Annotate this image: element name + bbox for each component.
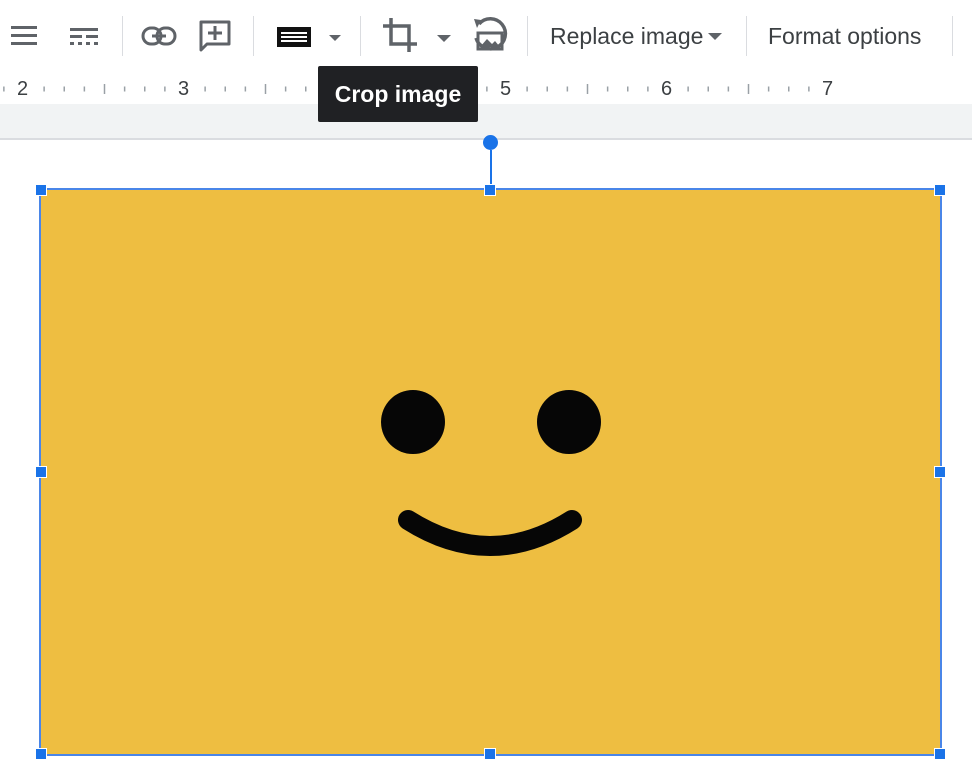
chevron-down-icon xyxy=(707,32,723,41)
resize-handle-bottom-right[interactable] xyxy=(934,748,946,760)
format-options-label: Format options xyxy=(768,22,922,49)
toolbar-separator xyxy=(122,16,123,56)
resize-handle-top-left[interactable] xyxy=(35,184,47,196)
ruler-number: 5 xyxy=(500,78,512,100)
reset-image-icon[interactable] xyxy=(468,14,512,56)
border-color-icon[interactable] xyxy=(272,20,316,54)
toolbar: Replace image Format options xyxy=(0,0,972,74)
crop-image-tooltip: Crop image xyxy=(318,66,478,122)
resize-handle-bottom-left[interactable] xyxy=(35,748,47,760)
chevron-down-icon[interactable] xyxy=(432,28,456,48)
chevron-down-icon[interactable] xyxy=(324,28,346,48)
add-comment-icon[interactable] xyxy=(194,16,236,56)
toolbar-separator xyxy=(360,16,361,56)
toolbar-separator xyxy=(253,16,254,56)
toolbar-separator xyxy=(527,16,528,56)
toolbar-separator xyxy=(746,16,747,56)
resize-handle-top[interactable] xyxy=(484,184,496,196)
align-icon[interactable] xyxy=(6,18,42,54)
ruler[interactable]: 2 3 5 6 7 xyxy=(0,74,972,105)
link-icon[interactable] xyxy=(138,18,180,54)
line-spacing-icon[interactable] xyxy=(64,18,104,54)
smiley-face-image xyxy=(381,390,601,556)
replace-image-label: Replace image xyxy=(550,22,704,49)
resize-handle-top-right[interactable] xyxy=(934,184,946,196)
ruler-number: 3 xyxy=(178,78,190,100)
replace-image-button[interactable]: Replace image xyxy=(550,18,723,54)
rotate-handle[interactable] xyxy=(483,135,498,150)
tooltip-text: Crop image xyxy=(334,80,462,107)
toolbar-separator xyxy=(952,16,953,56)
resize-handle-bottom[interactable] xyxy=(484,748,496,760)
ruler-number: 6 xyxy=(661,78,673,100)
ruler-number: 7 xyxy=(822,78,834,100)
selected-image[interactable] xyxy=(39,188,942,756)
crop-icon[interactable] xyxy=(378,14,422,56)
ruler-number: 2 xyxy=(17,78,29,100)
resize-handle-left[interactable] xyxy=(35,466,47,478)
resize-handle-right[interactable] xyxy=(934,466,946,478)
page-margin-band xyxy=(0,104,972,140)
format-options-button[interactable]: Format options xyxy=(768,18,921,54)
